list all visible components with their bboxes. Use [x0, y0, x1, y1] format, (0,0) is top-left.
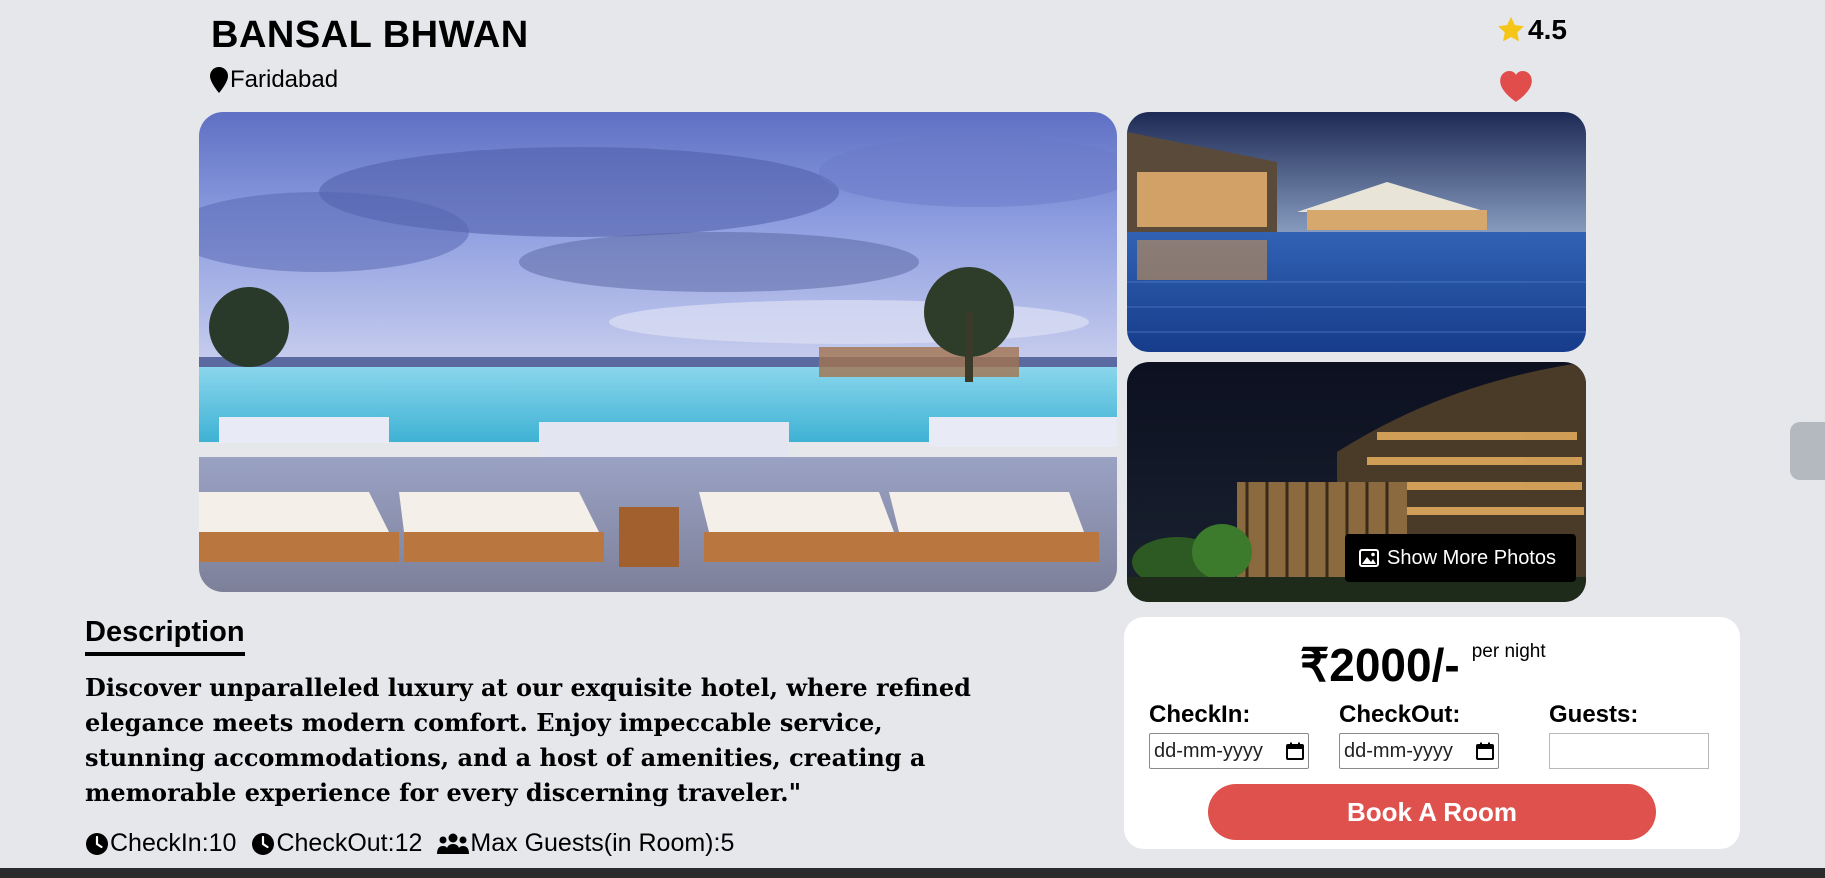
rating-value: 4.5	[1528, 14, 1567, 45]
checkin-label: CheckIn:	[1149, 701, 1251, 728]
price: ₹2000/- per night	[1300, 637, 1546, 693]
description-heading: Description	[85, 614, 245, 656]
calendar-icon[interactable]	[1476, 742, 1494, 760]
guests-input[interactable]	[1549, 733, 1709, 769]
hotel-photo-exterior[interactable]: Show More Photos	[1127, 362, 1586, 602]
price-value: ₹2000/-	[1300, 639, 1460, 691]
clock-icon	[86, 832, 108, 855]
location-text: Faridabad	[230, 66, 339, 93]
image-icon	[1359, 549, 1380, 567]
checkout-time-text: CheckOut:12	[276, 829, 423, 857]
rating: 4.5	[1496, 14, 1567, 46]
users-icon	[437, 833, 470, 854]
guests-label: Guests:	[1549, 701, 1639, 728]
checkin-date-input[interactable]: dd-mm-yyyy	[1149, 733, 1309, 769]
show-more-label: Show More Photos	[1387, 546, 1556, 569]
hotel-name: BANSAL BHWAN	[211, 14, 529, 56]
per-night-label: per night	[1471, 641, 1546, 662]
show-more-photos-button[interactable]: Show More Photos	[1345, 534, 1576, 582]
description-text: Discover unparalleled luxury at our exqu…	[85, 673, 971, 807]
book-room-button[interactable]: Book A Room	[1208, 784, 1656, 840]
side-widget-tab[interactable]	[1790, 422, 1825, 480]
checkin-time: CheckIn:10	[85, 829, 236, 858]
bottom-bar	[0, 868, 1825, 878]
map-pin-icon	[210, 67, 228, 93]
checkout-time: CheckOut:12	[251, 829, 422, 858]
hotel-location: Faridabad	[210, 66, 338, 94]
hotel-meta: CheckIn:10 CheckOut:12 Max Guests(in Roo…	[85, 829, 749, 858]
checkout-date-input[interactable]: dd-mm-yyyy	[1339, 733, 1499, 769]
hotel-photo-pool[interactable]	[1127, 112, 1586, 352]
max-guests: Max Guests(in Room):5	[437, 829, 734, 858]
checkout-date-placeholder: dd-mm-yyyy	[1344, 739, 1453, 762]
hotel-photo-main[interactable]	[199, 112, 1117, 592]
booking-card: ₹2000/- per night CheckIn: CheckOut: Gue…	[1124, 617, 1740, 849]
heart-icon[interactable]	[1496, 66, 1536, 106]
clock-icon	[252, 832, 275, 855]
max-guests-text: Max Guests(in Room):5	[470, 829, 735, 857]
checkin-date-placeholder: dd-mm-yyyy	[1154, 739, 1263, 762]
calendar-icon[interactable]	[1286, 742, 1304, 760]
checkout-label: CheckOut:	[1339, 701, 1461, 728]
checkin-time-text: CheckIn:10	[110, 829, 237, 857]
star-icon	[1498, 16, 1524, 42]
